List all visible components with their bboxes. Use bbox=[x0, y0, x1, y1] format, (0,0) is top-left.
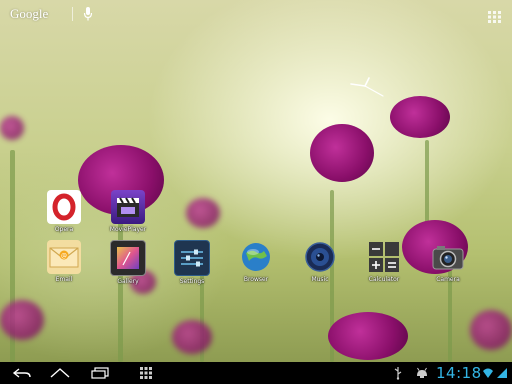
microphone-icon[interactable] bbox=[81, 6, 95, 22]
google-logo[interactable]: Google bbox=[10, 6, 48, 22]
settings-sliders-icon bbox=[174, 240, 210, 276]
analog-clock-widget[interactable] bbox=[345, 72, 385, 102]
recent-apps-icon[interactable] bbox=[88, 365, 112, 381]
app-label: Email bbox=[55, 276, 73, 283]
back-arrow-icon[interactable] bbox=[10, 365, 34, 381]
app-label: Opera bbox=[54, 226, 74, 233]
camera-icon bbox=[431, 240, 465, 274]
speaker-icon bbox=[303, 240, 337, 274]
app-calculator[interactable]: Calculator bbox=[358, 240, 410, 283]
app-label: Gallery bbox=[117, 278, 139, 285]
app-label: Music bbox=[311, 276, 329, 283]
signal-icon bbox=[496, 365, 508, 381]
app-label: Browser bbox=[243, 276, 269, 283]
google-search-bar[interactable]: Google bbox=[10, 4, 95, 24]
app-music[interactable]: Music bbox=[294, 240, 346, 283]
svg-text:@: @ bbox=[61, 253, 67, 260]
usb-icon bbox=[390, 365, 406, 381]
status-clock[interactable]: 14:18 bbox=[436, 364, 482, 382]
app-drawer-grid-icon[interactable] bbox=[488, 8, 502, 23]
android-debug-icon bbox=[412, 365, 432, 381]
search-divider bbox=[72, 7, 74, 21]
app-settings[interactable]: Settings bbox=[166, 240, 218, 285]
app-label: Calculator bbox=[368, 276, 400, 283]
menu-grid-icon[interactable] bbox=[134, 365, 158, 381]
opera-icon bbox=[47, 190, 81, 224]
home-icon[interactable] bbox=[48, 365, 72, 381]
movie-clapper-icon bbox=[111, 190, 145, 224]
app-label: Camera bbox=[436, 276, 460, 283]
wallpaper bbox=[0, 0, 512, 362]
app-gallery[interactable]: Gallery bbox=[102, 240, 154, 285]
app-opera[interactable]: Opera bbox=[38, 190, 90, 233]
app-label: MoviePlayer bbox=[109, 226, 147, 233]
system-navigation-bar: 14:18 bbox=[0, 362, 512, 384]
app-email[interactable]: @ Email bbox=[38, 240, 90, 283]
app-label: Settings bbox=[179, 278, 205, 285]
email-envelope-icon: @ bbox=[47, 240, 81, 274]
wifi-icon bbox=[482, 365, 494, 381]
calculator-icon bbox=[367, 240, 401, 274]
app-camera[interactable]: Camera bbox=[422, 240, 474, 283]
app-browser[interactable]: Browser bbox=[230, 240, 282, 283]
globe-icon bbox=[239, 240, 273, 274]
gallery-icon bbox=[110, 240, 146, 276]
app-movieplayer[interactable]: MoviePlayer bbox=[102, 190, 154, 233]
